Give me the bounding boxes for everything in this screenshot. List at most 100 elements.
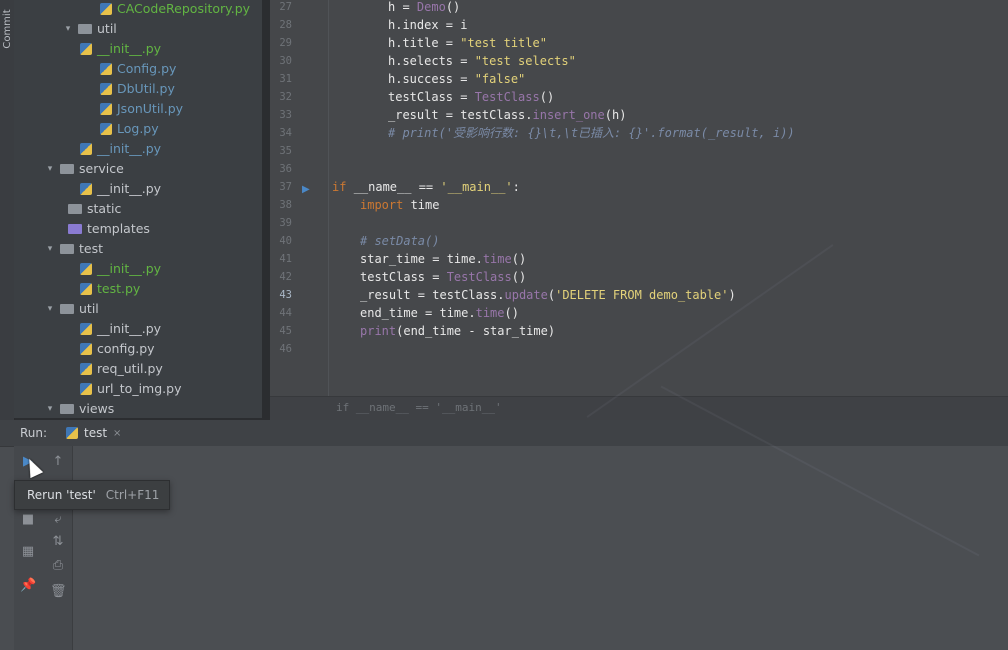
tree-row[interactable]: ▾ test xyxy=(44,239,103,259)
tree-row[interactable]: DbUtil.py xyxy=(100,79,175,99)
tree-row[interactable]: Log.py xyxy=(100,119,159,139)
tree-row[interactable]: __init__.py xyxy=(80,139,161,159)
code-line[interactable]: print(end_time - star_time) xyxy=(360,322,555,340)
code-line[interactable]: h.selects = "test selects" xyxy=(388,52,576,70)
code-line[interactable]: h = Demo() xyxy=(388,0,460,16)
layout-icon[interactable]: ▦ xyxy=(20,544,36,560)
run-tab-label: test xyxy=(84,426,108,440)
code-line[interactable]: if __name__ == '__main__': xyxy=(332,178,520,196)
chevron-down-icon[interactable]: ▾ xyxy=(44,239,56,259)
pin-icon[interactable]: 📌 xyxy=(20,578,36,594)
code-token: _result = testClass. xyxy=(388,108,533,122)
console-output[interactable] xyxy=(73,446,1008,650)
code-editor[interactable]: 27 28 29 30 31 32 33 34 35 36 37 38 39 40 41 42 43 44 45 46… xyxy=(270,0,1008,421)
code-token: (h) xyxy=(604,108,627,122)
tree-row[interactable]: CACodeRepository.py xyxy=(100,0,250,19)
folder-icon xyxy=(60,244,74,254)
code-line[interactable]: h.title = "test title" xyxy=(388,34,547,52)
run-panel: Run: test × ▶ ↑ ■ ⤶ ▦ ⇅ ⎙ 📌 🗑 xyxy=(0,420,1008,650)
tree-row[interactable]: ▾ service xyxy=(44,159,124,179)
code-line[interactable]: import time xyxy=(360,196,439,214)
up-arrow-icon[interactable]: ↑ xyxy=(50,454,66,470)
code-line[interactable]: _result = testClass.insert_one(h) xyxy=(388,106,626,124)
commit-tool-tab[interactable]: Commit xyxy=(1,7,15,51)
close-icon[interactable]: × xyxy=(113,428,121,439)
code-line[interactable]: _result = testClass.update('DELETE FROM … xyxy=(360,286,736,304)
code-line[interactable]: testClass = TestClass() xyxy=(360,268,526,286)
tree-row[interactable]: __init__.py xyxy=(80,259,161,279)
code-token: testClass = xyxy=(360,270,447,284)
run-tab-test[interactable]: test × xyxy=(58,420,130,448)
tree-row[interactable]: Config.py xyxy=(100,59,176,79)
line-number: 43 xyxy=(279,289,292,301)
tree-row[interactable]: templates xyxy=(52,219,150,239)
sort-icon[interactable]: ⇅ xyxy=(50,534,66,550)
python-file-icon xyxy=(80,43,92,55)
stop-button[interactable]: ■ xyxy=(20,512,36,528)
tree-row[interactable]: __init__.py xyxy=(80,319,161,339)
run-gutter-icon[interactable]: ▶ xyxy=(302,184,310,195)
print-icon[interactable]: ⎙ xyxy=(50,558,66,574)
line-number: 41 xyxy=(279,253,292,265)
chevron-down-icon[interactable]: ▾ xyxy=(44,299,56,319)
tree-row[interactable]: test.py xyxy=(80,279,140,299)
chevron-down-icon[interactable]: ▾ xyxy=(44,399,56,418)
tree-row[interactable]: url_to_img.py xyxy=(80,379,181,399)
code-line[interactable]: h.success = "false" xyxy=(388,70,525,88)
chevron-down-icon[interactable]: ▾ xyxy=(44,159,56,179)
code-line[interactable]: end_time = time.time() xyxy=(360,304,519,322)
breadcrumb[interactable]: if __name__ == '__main__' xyxy=(336,401,502,414)
run-label: Run: xyxy=(20,426,48,440)
python-file-icon xyxy=(80,143,92,155)
tree-row[interactable]: config.py xyxy=(80,339,155,359)
tree-row[interactable]: ▾ util xyxy=(44,299,99,319)
code-line[interactable]: star_time = time.time() xyxy=(360,250,526,268)
code-token: : xyxy=(512,180,520,194)
code-token: ) xyxy=(728,288,736,302)
tree-row[interactable]: static xyxy=(52,199,121,219)
chevron-down-icon[interactable]: ▾ xyxy=(62,19,74,39)
project-tree: CACodeRepository.py ▾ util __init__.py Confi… xyxy=(14,0,262,418)
code-token: ( xyxy=(547,288,556,302)
tree-row[interactable]: JsonUtil.py xyxy=(100,99,183,119)
tooltip-text: Rerun 'test' xyxy=(27,488,96,502)
line-number: 38 xyxy=(279,199,292,211)
code-line[interactable]: # print('受影响行数: {}\t,\t已插入: {}'.format(_… xyxy=(388,124,795,142)
gutter-divider xyxy=(328,0,329,396)
code-token: # print('受影响行数: {}\t,\t已插入: {}'.format(_… xyxy=(388,126,795,140)
tree-row[interactable]: __init__.py xyxy=(80,39,161,59)
code-token: () xyxy=(445,0,461,14)
code-token: "false" xyxy=(474,72,526,86)
tree-item-label: test xyxy=(79,241,104,256)
python-file-icon xyxy=(100,83,112,95)
code-line[interactable]: h.index = i xyxy=(388,16,467,34)
code-line[interactable]: testClass = TestClass() xyxy=(388,88,554,106)
tree-item-label: test.py xyxy=(97,281,141,296)
tree-item-label: req_util.py xyxy=(97,361,163,376)
code-token: star_time = time. xyxy=(360,252,483,266)
tree-row[interactable]: req_util.py xyxy=(80,359,163,379)
code-token: '__main__' xyxy=(440,180,513,194)
code-line[interactable]: # setData() xyxy=(360,232,439,250)
soft-wrap-icon[interactable]: ⤶ xyxy=(50,512,66,528)
python-file-icon xyxy=(66,427,78,439)
tree-row[interactable]: __init__.py xyxy=(80,179,161,199)
run-toolbar: ▶ ↑ ■ ⤶ ▦ ⇅ ⎙ 📌 🗑 xyxy=(14,446,73,650)
python-file-icon xyxy=(100,63,112,75)
line-number: 42 xyxy=(279,271,292,283)
line-number: 37 xyxy=(279,181,292,193)
tree-item-label: __init__.py xyxy=(97,141,162,156)
code-token: h = xyxy=(388,0,417,14)
line-number: 45 xyxy=(279,325,292,337)
trash-icon[interactable]: 🗑 xyxy=(50,584,67,600)
tree-row[interactable]: ▾ views xyxy=(44,399,115,418)
code-token: h.selects = xyxy=(388,54,475,68)
tree-row[interactable]: ▾ util xyxy=(62,19,117,39)
line-number: 39 xyxy=(279,217,292,229)
python-file-icon xyxy=(80,383,92,395)
code-token: end_time = time. xyxy=(360,306,476,320)
code-token: update xyxy=(504,288,548,302)
code-token: h.success = xyxy=(388,72,475,86)
python-file-icon xyxy=(80,283,92,295)
tree-item-label: templates xyxy=(87,221,150,236)
